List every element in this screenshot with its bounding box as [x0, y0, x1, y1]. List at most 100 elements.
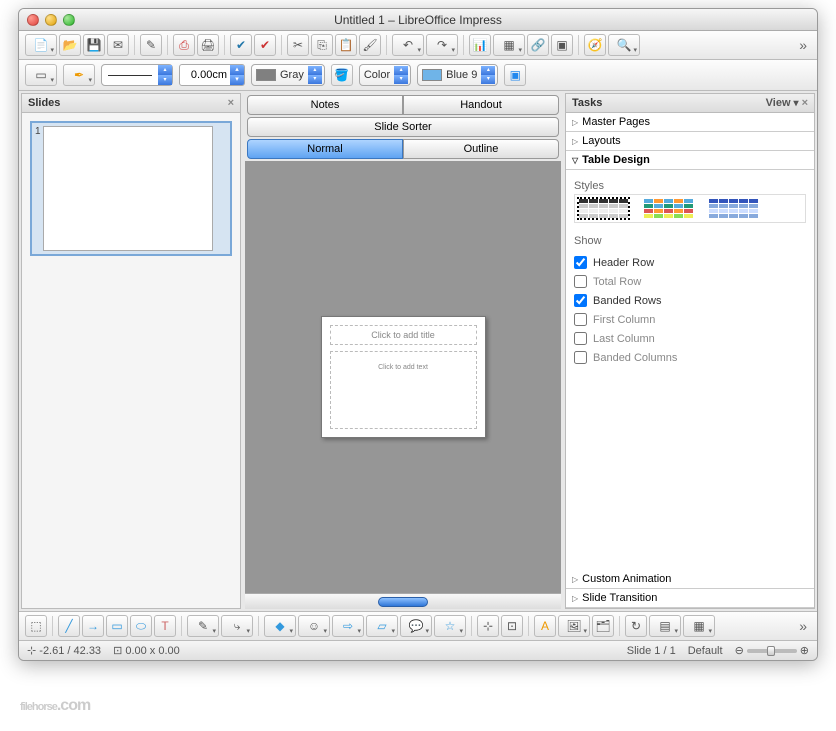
fill-bucket-button[interactable]: 🪣: [331, 64, 353, 86]
navigator-button[interactable]: 🧭: [584, 34, 606, 56]
slides-list[interactable]: 1: [22, 113, 240, 608]
paste-button[interactable]: 📋: [335, 34, 357, 56]
table-style-2[interactable]: [644, 199, 693, 218]
section-custom-animation[interactable]: ▷Custom Animation: [566, 570, 814, 589]
table-style-1[interactable]: [579, 199, 628, 218]
line-end-button[interactable]: ✒: [63, 64, 95, 86]
chart-button[interactable]: 📊: [469, 34, 491, 56]
close-tasks-panel-button[interactable]: ×: [802, 97, 808, 109]
text-tool[interactable]: T: [154, 615, 176, 637]
slide-canvas[interactable]: Click to add title Click to add text: [245, 161, 561, 593]
opt-banded-columns[interactable]: Banded Columns: [574, 348, 806, 367]
tab-slide-sorter[interactable]: Slide Sorter: [247, 117, 559, 137]
slide-thumbnail[interactable]: 1: [30, 121, 232, 256]
connector-tool[interactable]: ⤷: [221, 615, 253, 637]
from-file-tool[interactable]: 🖼: [558, 615, 590, 637]
ellipse-tool[interactable]: ⬭: [130, 615, 152, 637]
select-tool[interactable]: ⬚: [25, 615, 47, 637]
line-width-input[interactable]: ▴▾: [179, 64, 245, 86]
show-label: Show: [574, 231, 806, 249]
curve-tool[interactable]: ✎: [187, 615, 219, 637]
symbol-shapes-tool[interactable]: ☺: [298, 615, 330, 637]
line-tool[interactable]: ╱: [58, 615, 80, 637]
tab-normal[interactable]: Normal: [247, 139, 403, 159]
fill-type-select[interactable]: Color ▴▾: [359, 64, 411, 86]
tab-outline[interactable]: Outline: [403, 139, 559, 159]
section-slide-transition[interactable]: ▷Slide Transition: [566, 589, 814, 608]
drawbar-overflow-button[interactable]: »: [795, 618, 811, 634]
close-window-button[interactable]: [27, 14, 39, 26]
toolbar-overflow-button[interactable]: »: [795, 37, 811, 53]
autospell-button[interactable]: ✔: [254, 34, 276, 56]
horizontal-scrollbar[interactable]: [245, 593, 561, 609]
line-width-field[interactable]: [180, 69, 230, 81]
slideshow-button[interactable]: ▣: [551, 34, 573, 56]
save-button[interactable]: 💾: [83, 34, 105, 56]
opt-banded-rows[interactable]: Banded Rows: [574, 291, 806, 310]
tasks-panel-header: Tasks View ▾ ×: [566, 94, 814, 113]
tab-handout[interactable]: Handout: [403, 95, 559, 115]
fontwork-tool[interactable]: A: [534, 615, 556, 637]
table-style-3[interactable]: [709, 199, 758, 218]
redo-button[interactable]: ↷: [426, 34, 458, 56]
arrow-tool[interactable]: →: [82, 615, 104, 637]
cut-button[interactable]: ✂: [287, 34, 309, 56]
basic-shapes-tool[interactable]: ◆: [264, 615, 296, 637]
tasks-view-menu[interactable]: View ▾ ×: [766, 97, 808, 109]
stars-tool[interactable]: ☆: [434, 615, 466, 637]
slide[interactable]: Click to add title Click to add text: [321, 316, 486, 438]
line-color-select[interactable]: Gray ▴▾: [251, 64, 325, 86]
rotate-tool[interactable]: ↻: [625, 615, 647, 637]
arrange-button[interactable]: ▭: [25, 64, 57, 86]
align-tool[interactable]: ▤: [649, 615, 681, 637]
format-paint-button[interactable]: 🖌: [359, 34, 381, 56]
title-placeholder[interactable]: Click to add title: [330, 325, 477, 345]
titlebar[interactable]: Untitled 1 – LibreOffice Impress: [19, 9, 817, 31]
shadow-button[interactable]: ▣: [504, 64, 526, 86]
new-doc-button[interactable]: 📄: [25, 34, 57, 56]
opt-header-row[interactable]: Header Row: [574, 253, 806, 272]
fill-color-select[interactable]: Blue 9 ▴▾: [417, 64, 498, 86]
main-toolbar: 📄 📂 💾 ✉ ✎ ⎙ 🖨 ✔ ✔ ✂ ⎘ 📋 🖌 ↶ ↷ 📊 ▦ 🔗 ▣ 🧭 …: [19, 31, 817, 60]
email-button[interactable]: ✉: [107, 34, 129, 56]
opt-last-column[interactable]: Last Column: [574, 329, 806, 348]
window-title: Untitled 1 – LibreOffice Impress: [19, 13, 817, 27]
content-placeholder[interactable]: Click to add text: [330, 351, 477, 429]
statusbar: ⊹ -2.61 / 42.33 ⊡ 0.00 x 0.00 Slide 1 / …: [19, 640, 817, 660]
rect-tool[interactable]: ▭: [106, 615, 128, 637]
open-button[interactable]: 📂: [59, 34, 81, 56]
tab-notes[interactable]: Notes: [247, 95, 403, 115]
flowchart-tool[interactable]: ▱: [366, 615, 398, 637]
block-arrows-tool[interactable]: ⇨: [332, 615, 364, 637]
table-button[interactable]: ▦: [493, 34, 525, 56]
opt-first-column[interactable]: First Column: [574, 310, 806, 329]
callout-tool[interactable]: 💬: [400, 615, 432, 637]
spellcheck-button[interactable]: ✔: [230, 34, 252, 56]
opt-total-row[interactable]: Total Row: [574, 272, 806, 291]
zoom-window-button[interactable]: [63, 14, 75, 26]
copy-button[interactable]: ⎘: [311, 34, 333, 56]
table-styles-gallery[interactable]: [574, 194, 806, 223]
arrange-tool[interactable]: ▦: [683, 615, 715, 637]
zoom-button[interactable]: 🔍: [608, 34, 640, 56]
pdf-export-button[interactable]: ⎙: [173, 34, 195, 56]
scrollbar-thumb[interactable]: [378, 597, 428, 607]
points-tool[interactable]: ⊹: [477, 615, 499, 637]
section-table-design[interactable]: ▽Table Design: [566, 151, 814, 170]
zoom-control[interactable]: ⊖⊕: [735, 644, 809, 657]
line-style-select[interactable]: ▴▾: [101, 64, 173, 86]
formatting-toolbar: ▭ ✒ ▴▾ ▴▾ Gray ▴▾ 🪣 Color ▴▾ Blue 9 ▴▾ ▣: [19, 60, 817, 91]
close-slides-panel-button[interactable]: ×: [228, 97, 234, 109]
section-master-pages[interactable]: ▷Master Pages: [566, 113, 814, 132]
zoom-handle[interactable]: [767, 646, 775, 656]
hyperlink-button[interactable]: 🔗: [527, 34, 549, 56]
minimize-window-button[interactable]: [45, 14, 57, 26]
section-layouts[interactable]: ▷Layouts: [566, 132, 814, 151]
line-color-swatch: [256, 69, 276, 81]
undo-button[interactable]: ↶: [392, 34, 424, 56]
gallery-tool[interactable]: 🗂: [592, 615, 614, 637]
zoom-slider[interactable]: [747, 649, 797, 653]
print-button[interactable]: 🖨: [197, 34, 219, 56]
gluepoints-tool[interactable]: ⊡: [501, 615, 523, 637]
edit-button[interactable]: ✎: [140, 34, 162, 56]
